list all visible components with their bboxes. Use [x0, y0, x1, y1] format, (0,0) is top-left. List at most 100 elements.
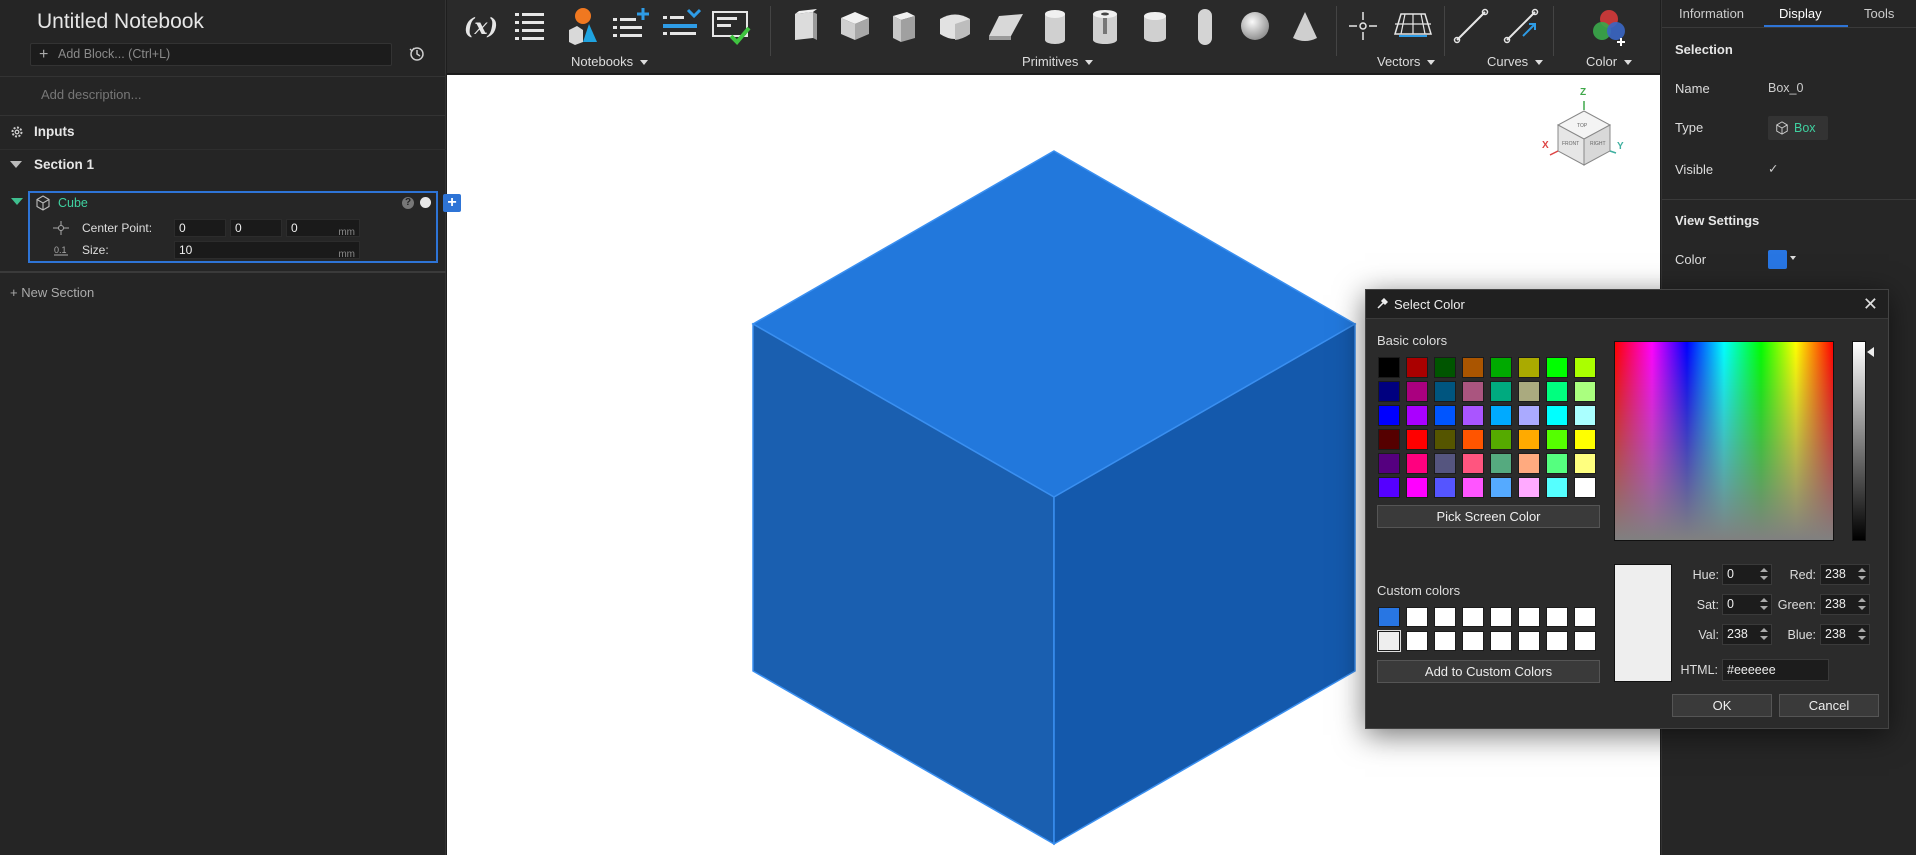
basic-color-swatch[interactable]	[1462, 405, 1484, 426]
custom-color-swatch[interactable]	[1518, 631, 1540, 651]
basic-color-swatch[interactable]	[1546, 477, 1568, 498]
notebook-title[interactable]: Untitled Notebook	[37, 10, 204, 34]
color-swatch-button[interactable]	[1768, 250, 1787, 269]
block-name[interactable]: Cube	[58, 196, 88, 210]
new-section-button[interactable]: + New Section	[10, 285, 94, 300]
value-slider[interactable]	[1852, 341, 1866, 541]
cube-block[interactable]: Cube ? Center Point: 0 0 0 mm 0.1 Size:	[28, 191, 438, 263]
custom-color-swatch[interactable]	[1546, 607, 1568, 627]
vector-line-icon[interactable]	[1501, 6, 1541, 46]
rounded-cube-icon[interactable]	[935, 6, 975, 46]
insert-list-icon[interactable]	[661, 6, 701, 46]
basic-color-swatch[interactable]	[1406, 357, 1428, 378]
description-field[interactable]: Add description...	[0, 76, 446, 116]
vectors-menu[interactable]: Vectors	[1377, 54, 1436, 69]
basic-color-swatch[interactable]	[1546, 429, 1568, 450]
custom-color-swatch[interactable]	[1546, 631, 1568, 651]
color-mix-icon[interactable]	[1589, 6, 1629, 46]
basic-color-swatch[interactable]	[1406, 381, 1428, 402]
size-input[interactable]: 10 mm	[174, 241, 360, 260]
wedge-icon[interactable]	[985, 6, 1025, 46]
basic-color-swatch[interactable]	[1518, 357, 1540, 378]
hue-spinbox[interactable]: 0	[1722, 564, 1772, 585]
basic-color-swatch[interactable]	[1406, 453, 1428, 474]
add-list-icon[interactable]	[611, 6, 651, 46]
basic-color-swatch[interactable]	[1518, 405, 1540, 426]
add-block-input[interactable]: + Add Block... (Ctrl+L)	[30, 43, 392, 66]
basic-color-swatch[interactable]	[1574, 381, 1596, 402]
custom-color-swatch[interactable]	[1406, 607, 1428, 627]
tall-box-icon[interactable]	[885, 6, 925, 46]
basic-color-swatch[interactable]	[1490, 477, 1512, 498]
basic-color-swatch[interactable]	[1434, 429, 1456, 450]
custom-color-swatch[interactable]	[1378, 607, 1400, 627]
basic-color-swatch[interactable]	[1434, 381, 1456, 402]
checklist-icon[interactable]	[711, 6, 751, 46]
basic-color-swatch[interactable]	[1546, 453, 1568, 474]
basic-color-swatch[interactable]	[1462, 357, 1484, 378]
view-cube[interactable]: Z TOP FRONT RIGHT X Y	[1542, 87, 1624, 166]
chevron-down-icon[interactable]	[1790, 256, 1796, 260]
basic-color-swatch[interactable]	[1546, 357, 1568, 378]
tab-tools[interactable]: Tools	[1864, 6, 1894, 21]
basic-color-swatch[interactable]	[1406, 429, 1428, 450]
custom-color-swatch[interactable]	[1406, 631, 1428, 651]
val-spinbox[interactable]: 238	[1722, 624, 1772, 645]
variable-icon[interactable]: (x)	[461, 6, 501, 46]
basic-color-swatch[interactable]	[1518, 381, 1540, 402]
collapse-icon[interactable]	[10, 161, 22, 168]
custom-color-swatch[interactable]	[1574, 631, 1596, 651]
dialog-titlebar[interactable]: Select Color ✕	[1366, 290, 1888, 319]
basic-color-swatch[interactable]	[1462, 453, 1484, 474]
cancel-button[interactable]: Cancel	[1779, 694, 1879, 717]
shapes-icon[interactable]	[561, 6, 601, 46]
basic-color-swatch[interactable]	[1490, 357, 1512, 378]
basic-color-swatch[interactable]	[1462, 477, 1484, 498]
tab-display[interactable]: Display	[1779, 6, 1822, 21]
block-collapse-icon[interactable]	[11, 198, 23, 205]
basic-color-swatch[interactable]	[1434, 357, 1456, 378]
center-x-input[interactable]: 0	[174, 219, 226, 237]
basic-color-swatch[interactable]	[1462, 429, 1484, 450]
basic-color-swatch[interactable]	[1490, 453, 1512, 474]
custom-color-swatch[interactable]	[1574, 607, 1596, 627]
spin-arrows-icon[interactable]	[1759, 627, 1769, 642]
capsule-icon[interactable]	[1185, 6, 1225, 46]
sat-spinbox[interactable]: 0	[1722, 594, 1772, 615]
html-color-input[interactable]: #eeeeee	[1722, 659, 1829, 681]
add-to-custom-colors-button[interactable]: Add to Custom Colors	[1377, 660, 1600, 683]
notebooks-menu[interactable]: Notebooks	[571, 54, 649, 69]
tube-icon[interactable]	[1085, 6, 1125, 46]
custom-color-swatch[interactable]	[1434, 631, 1456, 651]
help-icon[interactable]: ?	[402, 197, 414, 209]
red-spinbox[interactable]: 238	[1820, 564, 1870, 585]
status-dot-icon[interactable]	[420, 197, 431, 208]
inputs-header[interactable]: Inputs	[0, 117, 446, 147]
basic-color-swatch[interactable]	[1434, 453, 1456, 474]
primitives-menu[interactable]: Primitives	[1022, 54, 1094, 69]
basic-color-swatch[interactable]	[1490, 429, 1512, 450]
basic-color-swatch[interactable]	[1406, 405, 1428, 426]
add-block-button[interactable]: +	[443, 194, 461, 212]
curves-menu[interactable]: Curves	[1487, 54, 1544, 69]
basic-color-swatch[interactable]	[1378, 405, 1400, 426]
basic-color-swatch[interactable]	[1434, 477, 1456, 498]
basic-color-swatch[interactable]	[1490, 381, 1512, 402]
short-cylinder-icon[interactable]	[1135, 6, 1175, 46]
sync-icon[interactable]	[408, 45, 426, 63]
basic-color-swatch[interactable]	[1378, 429, 1400, 450]
color-menu[interactable]: Color	[1586, 54, 1633, 69]
line-icon[interactable]	[1451, 6, 1491, 46]
spin-arrows-icon[interactable]	[1759, 567, 1769, 582]
basic-color-swatch[interactable]	[1462, 381, 1484, 402]
section-header[interactable]: Section 1	[0, 149, 446, 179]
visible-checkbox[interactable]: ✓	[1768, 161, 1778, 176]
basic-color-swatch[interactable]	[1518, 429, 1540, 450]
sphere-icon[interactable]	[1235, 6, 1275, 46]
basic-color-swatch[interactable]	[1490, 405, 1512, 426]
basic-color-swatch[interactable]	[1434, 405, 1456, 426]
box-icon[interactable]	[785, 6, 825, 46]
basic-color-swatch[interactable]	[1518, 453, 1540, 474]
value-slider-handle[interactable]	[1867, 347, 1874, 357]
custom-color-swatch[interactable]	[1462, 607, 1484, 627]
